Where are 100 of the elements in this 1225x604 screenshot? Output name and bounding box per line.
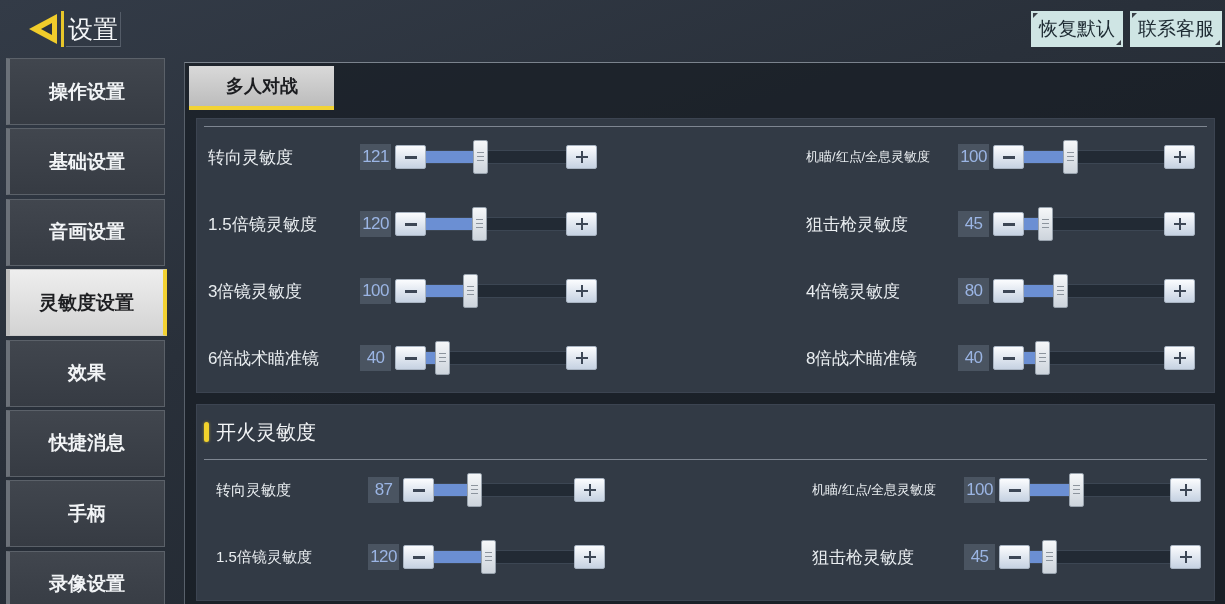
setting-label: 1.5倍镜灵敏度	[216, 547, 313, 567]
setting-label: 狙击枪灵敏度	[812, 546, 915, 569]
slider-thumb[interactable]	[1062, 140, 1078, 174]
decrease-button[interactable]	[395, 145, 426, 169]
value-readout: 40	[958, 345, 989, 371]
back-icon	[28, 11, 64, 47]
increase-button[interactable]	[566, 346, 597, 370]
increase-button[interactable]	[1170, 545, 1201, 569]
sidebar-item[interactable]: 快捷消息	[6, 409, 165, 477]
decrease-button[interactable]	[395, 212, 426, 236]
minus-icon	[1002, 289, 1015, 293]
plus-icon	[1173, 151, 1186, 163]
sidebar-item[interactable]: 音画设置	[6, 198, 165, 266]
minus-icon	[1002, 155, 1015, 159]
setting-label: 机瞄/红点/全息灵敏度	[812, 481, 938, 499]
minus-icon	[1008, 555, 1021, 559]
plus-icon	[1173, 218, 1186, 230]
decrease-button[interactable]	[395, 279, 426, 303]
mode-tab[interactable]: 多人对战	[189, 66, 334, 110]
setting-label: 4倍镜灵敏度	[806, 280, 902, 303]
value-readout: 45	[964, 544, 995, 570]
slider-thumb[interactable]	[467, 473, 483, 507]
increase-button[interactable]	[574, 478, 605, 502]
minus-icon	[412, 555, 425, 559]
page-title: 设置	[66, 11, 121, 47]
slider-thumb[interactable]	[481, 540, 497, 574]
value-readout: 120	[360, 211, 391, 237]
setting-label: 机瞄/红点/全息灵敏度	[806, 148, 932, 166]
setting-label: 1.5倍镜灵敏度	[208, 213, 318, 236]
setting-label: 3倍镜灵敏度	[208, 280, 304, 303]
value-readout: 100	[360, 278, 391, 304]
minus-icon	[404, 155, 417, 159]
increase-button[interactable]	[1170, 478, 1201, 502]
sidebar-item[interactable]: 手柄	[6, 480, 165, 548]
plus-icon	[575, 218, 588, 230]
minus-icon	[404, 289, 417, 293]
slider-thumb[interactable]	[471, 207, 487, 241]
sidebar-item[interactable]: 效果	[6, 339, 165, 407]
plus-icon	[575, 285, 588, 297]
increase-button[interactable]	[574, 545, 605, 569]
decrease-button[interactable]	[993, 212, 1024, 236]
minus-icon	[412, 488, 425, 492]
plus-icon	[1179, 484, 1192, 496]
sidebar-item[interactable]: 灵敏度设置	[6, 269, 167, 337]
value-readout: 120	[368, 544, 399, 570]
decrease-button[interactable]	[403, 545, 434, 569]
decrease-button[interactable]	[999, 478, 1030, 502]
increase-button[interactable]	[1164, 346, 1195, 370]
slider-thumb[interactable]	[1042, 540, 1058, 574]
setting-label: 6倍战术瞄准镜	[208, 347, 321, 370]
minus-icon	[1008, 488, 1021, 492]
decrease-button[interactable]	[403, 478, 434, 502]
setting-label: 8倍战术瞄准镜	[806, 347, 919, 370]
value-readout: 80	[958, 278, 989, 304]
value-readout: 121	[360, 144, 391, 170]
slider-thumb[interactable]	[1052, 274, 1068, 308]
marker-icon	[204, 422, 209, 442]
slider-thumb[interactable]	[435, 341, 451, 375]
plus-icon	[1173, 285, 1186, 297]
section-heading: 开火灵敏度	[216, 419, 316, 445]
slider-thumb[interactable]	[473, 140, 489, 174]
sidebar-item[interactable]: 基础设置	[6, 128, 165, 196]
sidebar-item[interactable]: 操作设置	[6, 58, 165, 125]
decrease-button[interactable]	[993, 145, 1024, 169]
slider-thumb[interactable]	[1037, 207, 1053, 241]
plus-icon	[583, 551, 596, 563]
plus-icon	[583, 484, 596, 496]
value-readout: 40	[360, 345, 391, 371]
value-readout: 100	[958, 144, 989, 170]
setting-label: 转向灵敏度	[216, 480, 292, 500]
minus-icon	[404, 222, 417, 226]
plus-icon	[1179, 551, 1192, 563]
decrease-button[interactable]	[993, 346, 1024, 370]
plus-icon	[575, 352, 588, 364]
back-button[interactable]	[28, 11, 64, 47]
value-readout: 100	[964, 477, 995, 503]
plus-icon	[1173, 352, 1186, 364]
slider-thumb[interactable]	[1034, 341, 1050, 375]
setting-label: 转向灵敏度	[208, 146, 294, 169]
sidebar-item[interactable]: 录像设置	[6, 550, 165, 604]
minus-icon	[404, 356, 417, 360]
value-readout: 87	[368, 477, 399, 503]
decrease-button[interactable]	[395, 346, 426, 370]
slider-thumb[interactable]	[1068, 473, 1084, 507]
increase-button[interactable]	[566, 279, 597, 303]
increase-button[interactable]	[566, 145, 597, 169]
value-readout: 45	[958, 211, 989, 237]
plus-icon	[575, 151, 588, 163]
header-button[interactable]: 恢复默认	[1031, 11, 1123, 47]
increase-button[interactable]	[1164, 145, 1195, 169]
increase-button[interactable]	[566, 212, 597, 236]
decrease-button[interactable]	[999, 545, 1030, 569]
header-button[interactable]: 联系客服	[1130, 11, 1222, 47]
minus-icon	[1002, 356, 1015, 360]
slider-thumb[interactable]	[463, 274, 479, 308]
increase-button[interactable]	[1164, 212, 1195, 236]
increase-button[interactable]	[1164, 279, 1195, 303]
decrease-button[interactable]	[993, 279, 1024, 303]
minus-icon	[1002, 222, 1015, 226]
setting-label: 狙击枪灵敏度	[806, 213, 909, 236]
